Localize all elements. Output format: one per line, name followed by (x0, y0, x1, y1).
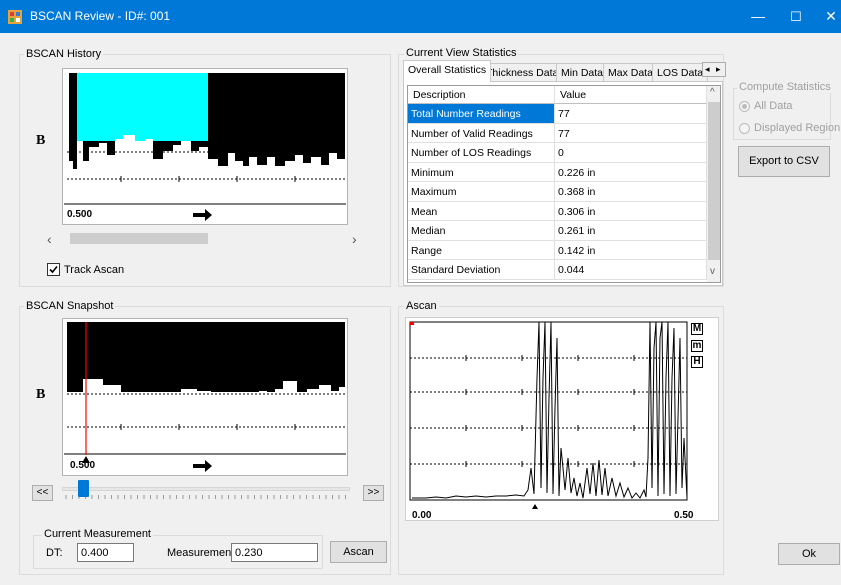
grid-cell-description[interactable]: Minimum (408, 162, 555, 182)
bscan-snapshot-plot[interactable] (62, 318, 348, 476)
bscan-snapshot-label: BSCAN Snapshot (24, 300, 116, 312)
history-b-label: B (36, 133, 46, 148)
arrow-right-icon (193, 209, 212, 221)
grid-cell-value[interactable]: 0 (555, 143, 707, 163)
grid-cell-description[interactable]: Range (408, 240, 555, 260)
tab-overall-statistics[interactable]: Overall Statistics (403, 60, 492, 82)
history-scroll-thumb[interactable] (70, 233, 208, 244)
history-scroll-left-icon[interactable]: ‹ (47, 231, 52, 247)
ascan-gate-marker (532, 504, 538, 509)
current-measurement-label: Current Measurement (42, 528, 153, 540)
position-slider-track[interactable] (62, 487, 350, 491)
position-slider-thumb[interactable] (78, 480, 89, 497)
ascan-label: Ascan (404, 300, 439, 312)
grid-scroll-down-icon[interactable]: v (710, 266, 715, 277)
snapshot-echo-region (67, 322, 345, 392)
snapshot-b-label: B (36, 387, 46, 402)
grid-cell-description[interactable]: Mean (408, 201, 555, 221)
displayed-region-label: Displayed Region (754, 122, 841, 134)
grid-scroll-up-icon[interactable]: ^ (710, 87, 715, 98)
window-title: BSCAN Review - ID#: 001 (30, 9, 171, 23)
track-ascan-checkbox[interactable] (47, 263, 60, 276)
grid-cell-value[interactable]: 0.261 in (555, 221, 707, 241)
bscan-snapshot-image (64, 322, 346, 463)
tab-max-data[interactable]: Max Data (603, 63, 658, 81)
history-scroll-right-icon[interactable]: › (352, 231, 357, 247)
column-header-description[interactable]: Description (408, 86, 555, 104)
check-icon (49, 265, 58, 274)
grid-cell-description[interactable]: Number of LOS Readings (408, 143, 555, 163)
export-csv-button[interactable]: Export to CSV (738, 146, 830, 177)
app-icon (8, 10, 22, 24)
m-upper-button[interactable]: M (691, 323, 703, 335)
grid-cell-description[interactable]: Number of Valid Readings (408, 123, 555, 143)
grid-cell-value[interactable]: 0.142 in (555, 240, 707, 260)
previous-button[interactable]: << (32, 485, 53, 501)
ascan-plot[interactable]: M m H (405, 317, 719, 521)
dt-field[interactable]: 0.400 (77, 543, 134, 562)
all-data-radio[interactable] (739, 101, 750, 112)
ok-button[interactable]: Ok (778, 543, 840, 565)
compute-statistics-label: Compute Statistics (737, 81, 833, 93)
tab-thickness-data[interactable]: Thickness Data (481, 63, 564, 81)
dt-label: DT: (46, 547, 63, 559)
grid-scroll-thumb[interactable] (708, 102, 720, 260)
tab-los-data[interactable]: LOS Data (652, 63, 709, 81)
history-scale-label: 0.500 (67, 209, 93, 220)
grid-cell-description[interactable]: Median (408, 221, 555, 241)
arrow-right-icon (193, 460, 212, 472)
close-button[interactable]: ✕ (808, 0, 841, 33)
bscan-history-image (64, 73, 346, 205)
grid-cell-value[interactable]: 77 (555, 123, 707, 143)
displayed-region-radio[interactable] (739, 123, 750, 134)
tab-min-data[interactable]: Min Data (556, 63, 609, 81)
grid-scrollbar[interactable]: ^ v (707, 86, 720, 282)
title-bar: BSCAN Review - ID#: 001 — ☐ ✕ (0, 0, 841, 33)
grid-cell-value[interactable]: 0.226 in (555, 162, 707, 182)
all-data-label: All Data (754, 100, 793, 112)
statistics-grid: Description Value Total Number Readings 7… (407, 85, 721, 283)
statistics-label: Current View Statistics (404, 47, 519, 59)
grid-cell-value[interactable]: 77 (555, 104, 707, 124)
grid-cell-description[interactable]: Total Number Readings (408, 104, 555, 124)
slider-ticks (65, 495, 346, 499)
grid-cell-value[interactable]: 0.306 in (555, 201, 707, 221)
tab-scroll-left-icon[interactable]: ◂ (705, 64, 710, 75)
snapshot-scale-label: 0.500 (70, 460, 96, 471)
tab-scroll-right-icon[interactable]: ▸ (716, 64, 721, 75)
m-lower-button[interactable]: m (691, 340, 703, 352)
next-button[interactable]: >> (363, 485, 384, 501)
bscan-history-plot[interactable] (62, 68, 348, 225)
grid-cell-value[interactable]: 0.368 in (555, 182, 707, 202)
measurement-field[interactable]: 0.230 (231, 543, 318, 562)
tab-scroll-buttons: ◂ ▸ (702, 62, 726, 77)
ascan-x-min-label: 0.00 (412, 510, 432, 521)
h-button[interactable]: H (691, 356, 703, 368)
grid-cell-value[interactable]: 0.044 (555, 260, 707, 280)
ascan-button[interactable]: Ascan (330, 541, 387, 563)
column-header-value[interactable]: Value (555, 86, 707, 104)
ascan-x-max-label: 0.50 (674, 510, 694, 521)
bscan-history-label: BSCAN History (24, 48, 104, 60)
grid-cell-description[interactable]: Standard Deviation (408, 260, 555, 280)
grid-cell-description[interactable]: Maximum (408, 182, 555, 202)
history-view-window (77, 73, 208, 141)
track-ascan-label: Track Ascan (64, 264, 125, 276)
measurement-label: Measurement: (167, 547, 238, 559)
ascan-waveform (409, 321, 688, 509)
